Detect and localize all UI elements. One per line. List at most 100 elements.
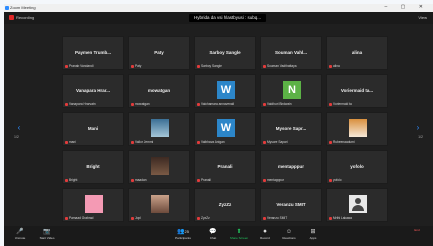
microphone-icon: 🎤 [16,229,24,235]
muted-mic-icon [263,102,266,106]
participant-label-text: Vaichamara annavenali [201,102,235,106]
participant-tile[interactable]: mentapppur mentapppur [260,150,322,184]
participant-name-label: Sarboy Sangle [197,64,222,68]
participant-tile[interactable]: Pamaad Grabrad [62,188,124,222]
zoom-logo-icon [5,6,9,10]
muted-mic-icon [197,140,200,144]
participant-tile[interactable]: W Vaichamara annavenali [194,74,256,108]
muted-mic-icon [65,64,68,68]
recording-label: Recording [16,15,35,20]
participant-name-label: Souman Vadthattaya [263,64,297,68]
participant-label-text: Souman Vadthattaya [267,64,297,68]
window-controls[interactable]: – ▢ ✕ [385,4,429,10]
muted-mic-icon [65,140,68,144]
participant-name-label: Veranzu SMIT [263,216,287,220]
participant-display-name: Vanapara Hrar... [75,88,111,93]
participant-label-text: Veranzu SMIT [267,216,288,220]
record-button[interactable]: ⏺ Record [254,228,276,244]
chat-button[interactable]: 💬 Chat [202,228,224,244]
reactions-button[interactable]: ☺ Reactions [278,228,300,244]
participant-tile[interactable]: Mani mani [62,112,124,146]
participant-name-label: Mysore Sapari [263,140,288,144]
participant-tile[interactable]: Mrthi Lakawa [326,188,388,222]
participant-tile[interactable]: Bright Bright [62,150,124,184]
title-bar: Zoom Meeting – ▢ ✕ [4,4,433,12]
participant-label-text: ZyzZz [201,216,210,220]
share-screen-icon: ⬆ [236,229,242,235]
share-screen-button[interactable]: ⬆ Share Screen [228,228,250,244]
participant-name-label: Vaibhava Anigan [197,140,225,144]
participants-button[interactable]: 👥25 Participants [172,228,194,244]
participant-name-label: Mrthi Lakawa [329,216,352,220]
recording-icon [9,15,14,20]
muted-mic-icon [329,102,332,106]
participant-tile[interactable]: Voriermaid ta... Voriermaid ta [326,74,388,108]
participant-tile[interactable]: mowatgan mowatgan [128,74,190,108]
muted-mic-icon [263,140,266,144]
participant-label-text: mowatgan [135,102,150,106]
participant-tile[interactable]: Rubeenaadumi [326,112,388,146]
participant-label-text: mentapppur [267,178,285,182]
meeting-title[interactable]: Hybrida da vsi hlastbyusi : subq... [189,14,267,22]
muted-mic-icon [65,102,68,106]
participant-name-label: yofolo [329,178,342,182]
participant-tile[interactable]: Vallor Jemmi [128,112,190,146]
avatar [85,195,103,213]
muted-mic-icon [263,178,266,182]
muted-mic-icon [131,178,134,182]
end-meeting-button[interactable]: End [406,228,428,244]
apps-icon: ⊞ [310,229,316,235]
participant-tile[interactable]: Sarboy Sangle Sarboy Sangle [194,36,256,70]
participant-tile[interactable]: W Vaibhava Anigan [194,112,256,146]
camera-icon: 📷 [43,229,51,235]
participant-display-name: Souman Vahl... [274,50,307,55]
meeting-topbar: Recording Hybrida da vsi hlastbyusi : su… [4,12,433,24]
apps-button[interactable]: ⊞ Apps [302,228,324,244]
muted-mic-icon [329,216,332,220]
participant-grid: Paymen Trumb... Pranab Vandandi Paty Paty Sa… [62,36,398,224]
participant-display-name: ZyzZz [218,202,232,207]
participant-tile[interactable]: ZyzZz ZyzZz [194,188,256,222]
participant-name-label: Voriermaid ta [329,102,352,106]
participant-label-text: Vanapara Hrarvatn [69,102,96,106]
start-video-button[interactable]: 📷 Start Video [36,228,58,244]
meeting-toolbar: 🎤 Unmute 📷 Start Video 👥25 Participants … [4,226,433,246]
participant-tile[interactable]: Paty Paty [128,36,190,70]
prev-page-arrow-icon[interactable]: ‹ [16,122,22,134]
participant-tile[interactable]: Mysore Sapr... Mysore Sapari [260,112,322,146]
participant-display-name: alina [351,50,363,55]
participant-tile[interactable]: Paymen Trumb... Pranab Vandandi [62,36,124,70]
participant-label-text: alina [333,64,340,68]
view-button[interactable]: View [418,15,427,20]
next-page-arrow-icon[interactable]: › [415,122,421,134]
participant-display-name: Paty [154,50,164,55]
participant-name-label: Bright [65,178,77,182]
participant-label-text: Mysore Sapari [267,140,288,144]
participant-label-text: Pranab Vandandi [69,64,94,68]
participant-tile[interactable]: yofolo yofolo [326,150,388,184]
participant-tile[interactable]: alina alina [326,36,388,70]
participant-tile[interactable]: maadan [128,150,190,184]
participants-icon: 👥 [177,229,185,235]
participant-tile[interactable]: Veranzu SMIT Veranzu SMIT [260,188,322,222]
participant-tile[interactable]: N Vaidhuri Birdwain [260,74,322,108]
prev-page-number: 1/2 [14,135,19,139]
muted-mic-icon [131,64,134,68]
participant-name-label: Vaidhuri Birdwain [263,102,292,106]
default-user-icon [349,195,367,213]
avatar-letter: W [217,81,235,99]
participant-name-label: alina [329,64,340,68]
participant-tile[interactable]: Vanapara Hrar... Vanapara Hrarvatn [62,74,124,108]
unmute-button[interactable]: 🎤 Unmute [9,228,31,244]
participant-name-label: Pranali [197,178,211,182]
muted-mic-icon [197,216,200,220]
participant-label-text: Pamaad Grabrad [69,216,94,220]
participants-count: 25 [184,229,189,234]
participant-display-name: Mysore Sapr... [275,126,307,131]
muted-mic-icon [197,178,200,182]
participant-tile[interactable]: Pranali Pranali [194,150,256,184]
participant-name-label: mowatgan [131,102,150,106]
muted-mic-icon [65,178,68,182]
participant-tile[interactable]: Souman Vahl... Souman Vadthattaya [260,36,322,70]
participant-tile[interactable]: Jopl [128,188,190,222]
